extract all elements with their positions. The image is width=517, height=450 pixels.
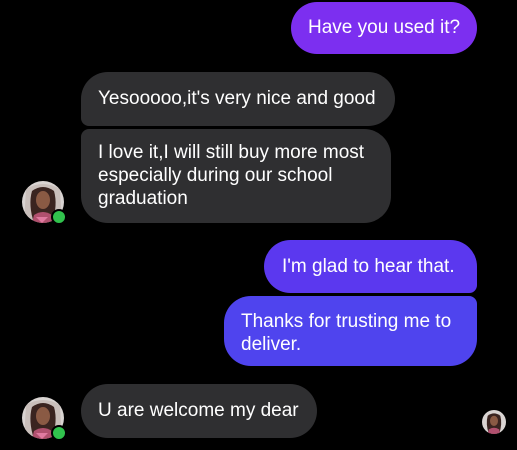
seen-indicator-avatar	[482, 410, 506, 434]
online-status-dot	[51, 209, 67, 225]
message-bubble-incoming[interactable]: I love it,I will still buy more most esp…	[81, 129, 391, 223]
message-bubble-outgoing[interactable]: Thanks for trusting me to deliver.	[224, 296, 477, 366]
contact-avatar[interactable]	[22, 397, 67, 441]
message-bubble-incoming[interactable]: Yesooooo,it's very nice and good	[81, 72, 395, 126]
online-status-dot	[51, 425, 67, 441]
message-bubble-outgoing[interactable]: I'm glad to hear that.	[264, 240, 477, 293]
contact-avatar[interactable]	[22, 181, 67, 225]
message-bubble-incoming[interactable]: U are welcome my dear	[81, 384, 317, 438]
seen-avatar-photo-icon	[482, 410, 506, 434]
message-bubble-outgoing[interactable]: Have you used it?	[291, 2, 477, 54]
